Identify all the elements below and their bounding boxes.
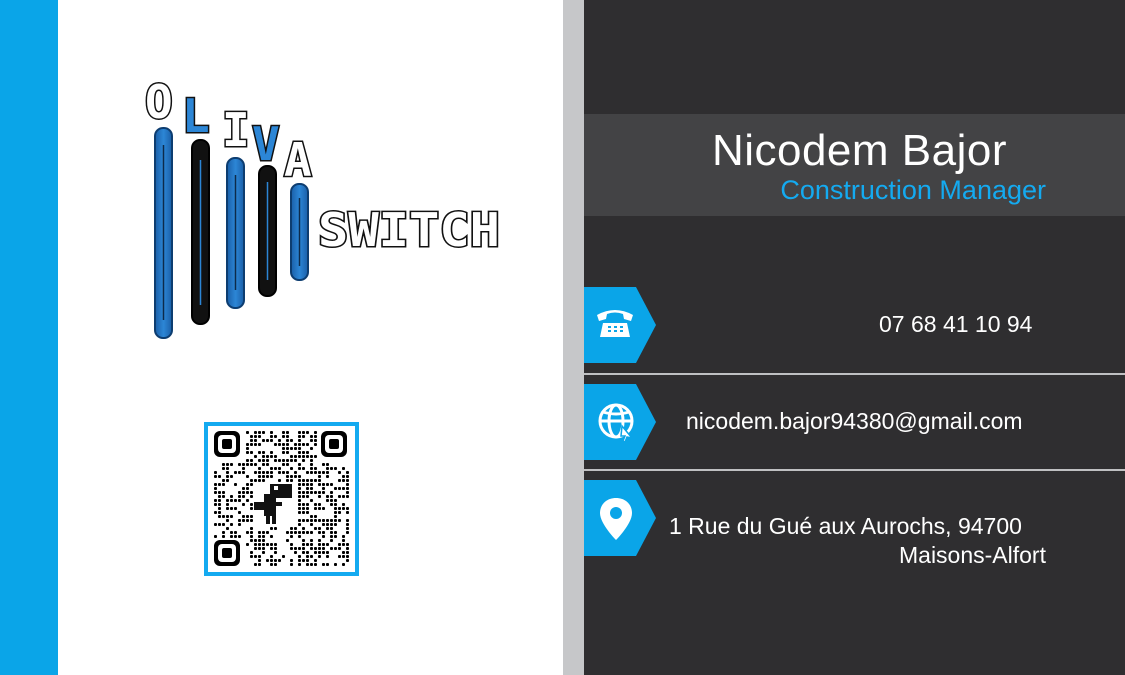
- email-badge: [584, 384, 656, 460]
- row-divider: [584, 373, 1125, 375]
- panel-divider: [563, 0, 584, 675]
- phone-number[interactable]: 07 68 41 10 94: [879, 309, 1032, 339]
- left-accent-stripe: [0, 0, 58, 675]
- address-line2: Maisons-Alfort: [899, 542, 1046, 568]
- address-line1: 1 Rue du Gué aux Aurochs, 94700: [669, 513, 1022, 539]
- logo-word-switch: SWITCH: [318, 203, 500, 257]
- svg-text:A: A: [284, 133, 312, 187]
- phone-badge: [584, 287, 656, 363]
- contact-panel: [584, 0, 1125, 675]
- person-title: Construction Manager: [780, 175, 1046, 205]
- oliva-switch-logo: O L I V A SWITCH: [144, 74, 502, 339]
- qr-code-icon[interactable]: [204, 422, 359, 576]
- address-badge: [584, 480, 656, 556]
- person-name: Nicodem Bajor: [711, 126, 1007, 175]
- email-address[interactable]: nicodem.bajor94380@gmail.com: [686, 406, 1023, 436]
- row-divider: [584, 469, 1125, 471]
- logo-letter: O: [145, 75, 173, 129]
- svg-text:I: I: [222, 103, 250, 157]
- svg-text:V: V: [252, 117, 280, 171]
- svg-text:L: L: [182, 89, 210, 143]
